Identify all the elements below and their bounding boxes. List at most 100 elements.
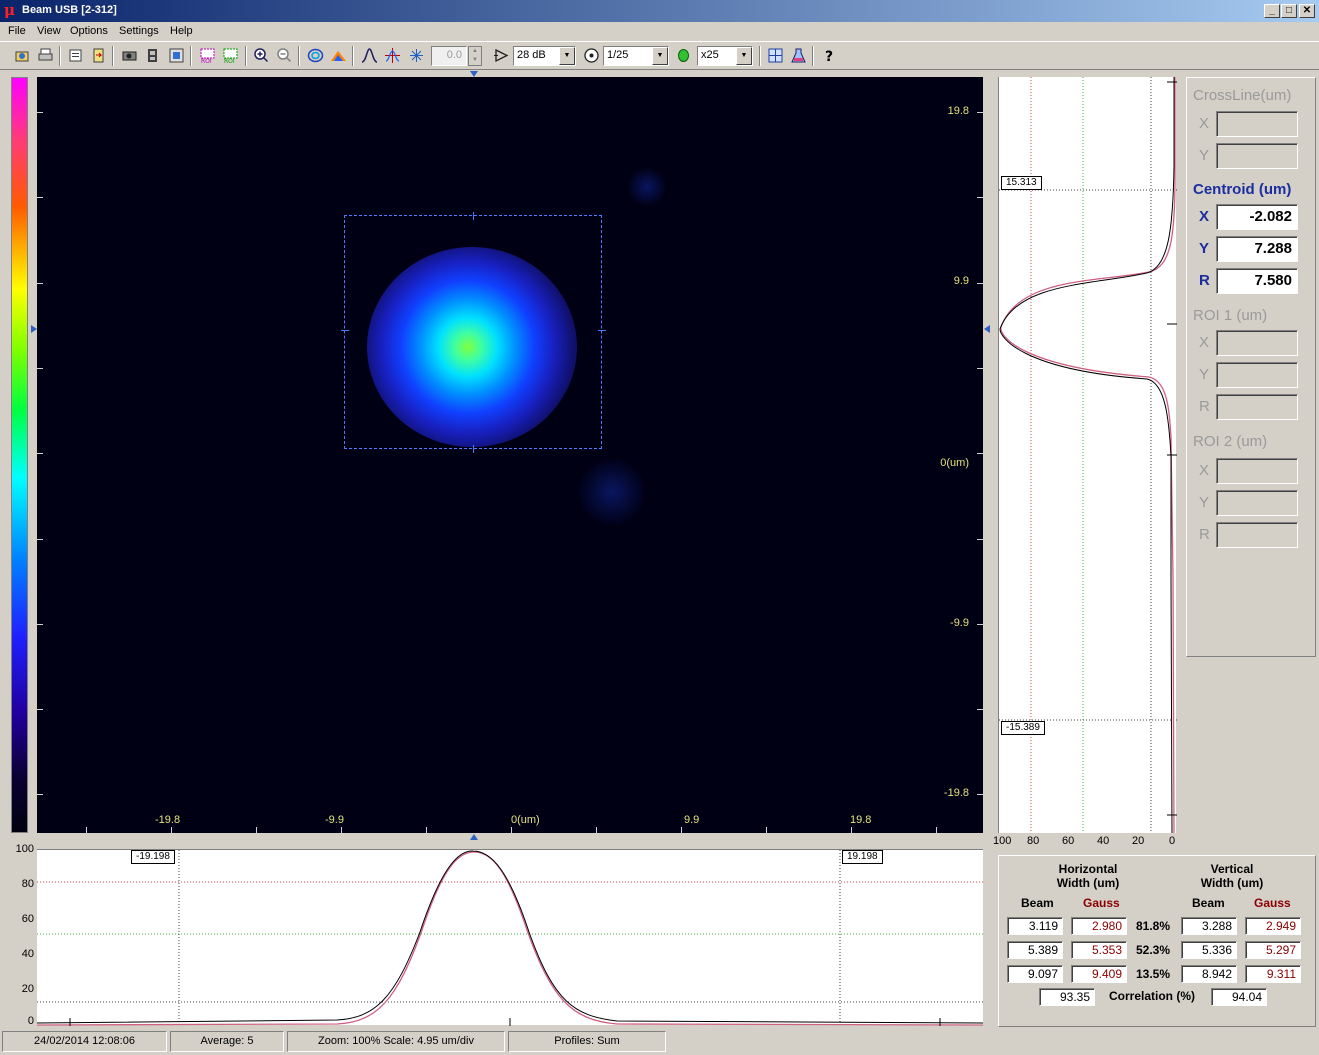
h-gauss-header: Gauss xyxy=(1083,896,1120,910)
roi1-title: ROI 1 (um) xyxy=(1193,307,1268,324)
roi2-x-label: X xyxy=(1199,462,1210,479)
palette-icon[interactable] xyxy=(788,45,809,66)
exposure-select[interactable]: 1/25 ▼ xyxy=(603,46,669,66)
help-icon[interactable]: ? xyxy=(819,45,840,66)
value-input[interactable]: 0.0 xyxy=(431,46,467,66)
chevron-down-icon: ▼ xyxy=(559,47,575,65)
hprofile-cursor-left: -19.198 xyxy=(131,850,175,864)
centroid-y-label: Y xyxy=(1199,240,1210,257)
properties-icon[interactable] xyxy=(65,45,86,66)
menu-file[interactable]: File xyxy=(8,25,26,37)
print-icon[interactable] xyxy=(35,45,56,66)
status-datetime: 24/02/2014 12:08:06 xyxy=(2,1031,167,1052)
hprofile-tick: 100 xyxy=(15,843,34,855)
title-bar: μ Beam USB [2-312] _ □ ✕ xyxy=(0,0,1319,22)
hprofile-axis: 100 80 60 40 20 0 xyxy=(4,843,34,1028)
y-axis-label: -19.8 xyxy=(943,787,969,799)
hprofile-tick: 20 xyxy=(21,983,34,995)
horizontal-profile-plot[interactable]: -19.198 19.198 xyxy=(37,849,983,1026)
roi1-y-label: Y xyxy=(1199,366,1210,383)
camera-icon[interactable] xyxy=(119,45,140,66)
crossline-x-label: X xyxy=(1199,115,1210,132)
roi1-y-field xyxy=(1216,362,1298,388)
open-icon[interactable] xyxy=(12,45,33,66)
3d-view-icon[interactable] xyxy=(328,45,349,66)
roi1-r-label: R xyxy=(1199,398,1210,415)
profile-icon[interactable] xyxy=(359,45,380,66)
svg-text:?: ? xyxy=(825,49,833,64)
roi2-r-field xyxy=(1216,522,1298,548)
faint-spot xyxy=(577,457,647,527)
minimize-button[interactable]: _ xyxy=(1264,4,1280,18)
roi2-r-label: R xyxy=(1199,526,1210,543)
roi2-icon[interactable]: ROI xyxy=(220,45,241,66)
color-palette-bar xyxy=(11,77,28,833)
menu-options[interactable]: Options xyxy=(70,25,108,37)
snapshot-icon[interactable] xyxy=(166,45,187,66)
v-beam-cell: 8.942 xyxy=(1181,965,1237,983)
vertical-profile-plot[interactable]: 15.313 -15.389 xyxy=(998,77,1177,833)
crossline-title: CrossLine(um) xyxy=(1193,87,1292,104)
roi1-r-field xyxy=(1216,394,1298,420)
maximize-button[interactable]: □ xyxy=(1281,4,1297,18)
centroid-r-label: R xyxy=(1199,272,1210,289)
hprofile-tick: 60 xyxy=(21,913,34,925)
vprofile-tick: 20 xyxy=(1132,835,1145,847)
menu-view[interactable]: View xyxy=(37,25,61,37)
y-position-marker[interactable] xyxy=(31,325,37,333)
h-gauss-cell: 2.980 xyxy=(1071,917,1127,935)
average-icon[interactable] xyxy=(673,45,694,66)
hprofile-tick: 40 xyxy=(21,948,34,960)
v-correlation-cell: 94.04 xyxy=(1211,988,1267,1006)
hprofile-tick: 80 xyxy=(21,878,34,890)
averaging-value: x25 xyxy=(701,49,719,61)
export-icon[interactable] xyxy=(88,45,109,66)
menu-settings[interactable]: Settings xyxy=(119,25,159,37)
y-axis-label: 9.9 xyxy=(953,275,969,287)
calibrate-icon[interactable] xyxy=(765,45,786,66)
x-position-marker[interactable] xyxy=(470,834,478,840)
vprofile-cursor-bottom: -15.389 xyxy=(1001,721,1045,735)
v-gauss-header: Gauss xyxy=(1254,896,1291,910)
x-position-marker[interactable] xyxy=(470,71,478,77)
status-zoom: Zoom: 100% Scale: 4.95 um/div xyxy=(287,1031,505,1052)
menu-help[interactable]: Help xyxy=(170,25,193,37)
x-axis-label: 9.9 xyxy=(684,814,700,826)
value-spinner[interactable]: ▲ ▼ xyxy=(468,46,482,66)
v-gauss-cell: 9.311 xyxy=(1245,965,1301,983)
zoom-out-icon[interactable] xyxy=(274,45,295,66)
roi1-x-label: X xyxy=(1199,334,1210,351)
y-axis-label: -9.9 xyxy=(950,617,969,629)
gain-icon[interactable] xyxy=(491,45,512,66)
roi2-y-label: Y xyxy=(1199,494,1210,511)
roi1-icon[interactable]: ROI xyxy=(197,45,218,66)
beam-image[interactable]: 19.8 9.9 0(um) -9.9 -19.8 -19.8 -9.9 0(u… xyxy=(37,77,983,833)
gain-select[interactable]: 28 dB ▼ xyxy=(513,46,576,66)
close-button[interactable]: ✕ xyxy=(1299,4,1315,18)
vprofile-axis: 100 80 60 40 20 0 xyxy=(993,835,1183,849)
svg-text:ROI: ROI xyxy=(224,58,235,64)
h-correlation-cell: 93.35 xyxy=(1039,988,1095,1006)
exposure-icon[interactable] xyxy=(581,45,602,66)
vprofile-tick: 100 xyxy=(993,835,1012,847)
zoom-in-icon[interactable] xyxy=(251,45,272,66)
chevron-down-icon: ▼ xyxy=(652,47,668,65)
film-icon[interactable] xyxy=(142,45,163,66)
y-position-marker[interactable] xyxy=(984,325,990,333)
crosshair-icon[interactable] xyxy=(382,45,403,66)
status-average: Average: 5 xyxy=(170,1031,284,1052)
contour-icon[interactable] xyxy=(305,45,326,66)
centroid-y-field: 7.288 xyxy=(1216,236,1298,262)
width-percent: 81.8% xyxy=(1136,919,1171,933)
h-gauss-cell: 5.353 xyxy=(1071,941,1127,959)
centroid-r-field: 7.580 xyxy=(1216,268,1298,294)
averaging-select[interactable]: x25 ▼ xyxy=(697,46,753,66)
x-axis-label: -9.9 xyxy=(325,814,344,826)
vprofile-cursor-top: 15.313 xyxy=(1001,176,1042,190)
centroid-icon[interactable] xyxy=(406,45,427,66)
crossline-x-field xyxy=(1216,111,1298,137)
width-table: Horizontal Width (um) Vertical Width (um… xyxy=(998,855,1316,1027)
width-percent: 52.3% xyxy=(1136,943,1171,957)
chevron-down-icon: ▼ xyxy=(736,47,752,65)
roi-box[interactable] xyxy=(341,212,606,453)
